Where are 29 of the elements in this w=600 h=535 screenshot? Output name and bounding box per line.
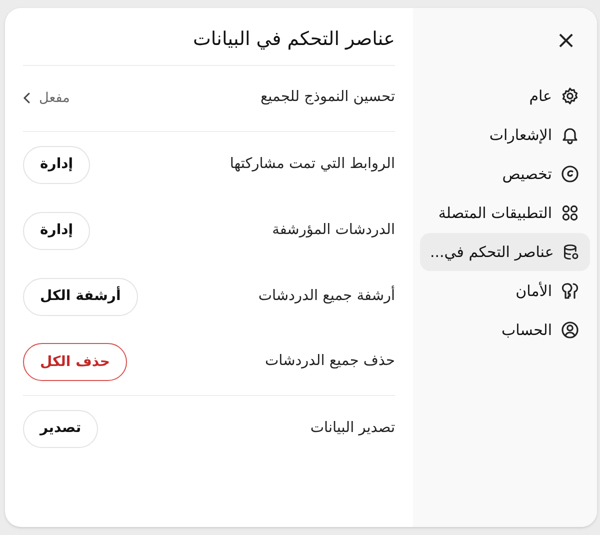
sidebar-item[interactable]: عناصر التحكم في... [420,233,590,271]
action-button[interactable]: تصدير [23,410,98,448]
sidebar-item[interactable]: عام [420,77,590,115]
setting-label: تصدير البيانات [310,418,395,438]
sidebar-item[interactable]: التطبيقات المتصلة [420,194,590,232]
setting-label: الدردشات المؤرشفة [272,220,395,240]
action-button[interactable]: أرشفة الكل [23,278,138,316]
close-button[interactable]: × [552,26,580,54]
database-icon [562,242,580,262]
sidebar-item[interactable]: الأمان [420,272,590,310]
action-button[interactable]: إدارة [23,146,90,184]
setting-value-link[interactable]: مفعل [23,88,70,108]
key-icon [560,281,580,301]
bell-icon [560,125,580,145]
sidebar-item[interactable]: الإشعارات [420,116,590,154]
action-button[interactable]: إدارة [23,212,90,250]
gear-icon [560,86,580,106]
apps-icon [560,203,580,223]
dialog-title: عناصر التحكم في البيانات [23,8,395,66]
setting-label: الروابط التي تمت مشاركتها [230,154,395,174]
swirl-icon [560,164,580,184]
chevron-icon [23,92,31,104]
action-button[interactable]: حذف الكل [23,343,128,381]
setting-label: أرشفة جميع الدردشات [258,286,395,306]
setting-label: تحسين النموذج للجميع [260,88,395,108]
sidebar-item[interactable]: الحساب [420,311,590,349]
sidebar-item[interactable]: تخصيص [420,155,590,193]
user-icon [560,320,580,340]
setting-label: حذف جميع الدردشات [265,352,395,372]
